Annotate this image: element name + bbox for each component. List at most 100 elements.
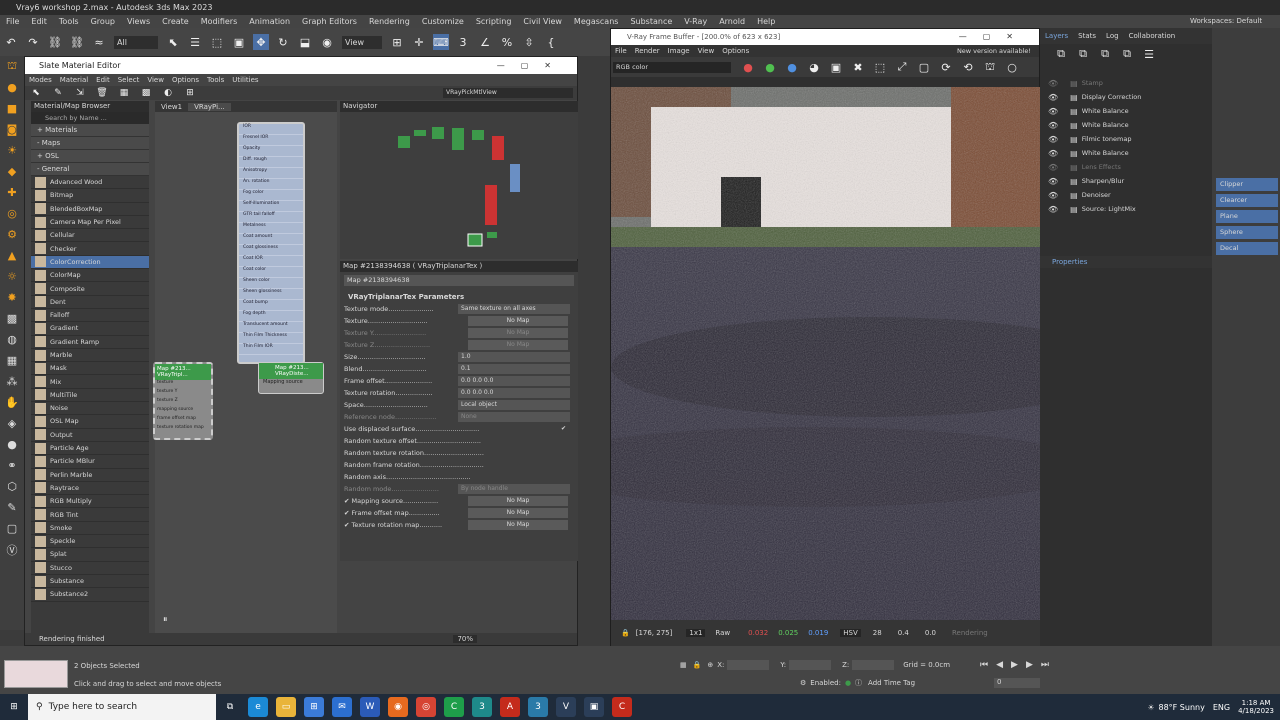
- browser-search-input[interactable]: Search by Name ...: [31, 112, 149, 124]
- taskbar-search-input[interactable]: ⚲ Type here to search: [28, 694, 216, 720]
- reference-coord-dropdown[interactable]: View: [342, 35, 382, 49]
- map-list-item[interactable]: Raytrace: [31, 482, 149, 496]
- layers-tab-log[interactable]: Log: [1106, 28, 1119, 44]
- map-list-item[interactable]: Particle MBlur: [31, 455, 149, 469]
- navigator-minimap[interactable]: [340, 112, 578, 258]
- map-list-item[interactable]: Output: [31, 429, 149, 442]
- node-slot[interactable]: Coat amount: [239, 234, 303, 245]
- map-list-item[interactable]: OSL Map: [31, 415, 149, 429]
- zoom-dropdown[interactable]: 70%: [453, 635, 477, 643]
- eye-icon[interactable]: 👁: [1048, 135, 1058, 144]
- node-slot[interactable]: GTR tail falloff: [239, 212, 303, 223]
- angle-snap-icon[interactable]: ∠: [477, 34, 493, 50]
- node-slot[interactable]: texture rotation map: [155, 425, 211, 434]
- acrobat-icon[interactable]: A: [500, 697, 520, 717]
- show-map-icon[interactable]: ◐: [160, 85, 176, 101]
- menu-help[interactable]: Help: [757, 15, 775, 28]
- z-field[interactable]: [852, 660, 895, 670]
- region-select-icon[interactable]: ⬚: [209, 34, 225, 50]
- map-list-item[interactable]: Checker: [31, 242, 149, 256]
- track-mouse-icon[interactable]: ⤢: [894, 59, 910, 75]
- menu-rendering[interactable]: Rendering: [369, 15, 410, 28]
- node-slot[interactable]: Coat color: [239, 267, 303, 278]
- menu-v-ray[interactable]: V-Ray: [684, 15, 707, 28]
- eye-icon[interactable]: 👁: [1048, 205, 1058, 214]
- map-list-item[interactable]: RGB Tint: [31, 508, 149, 522]
- node-slot[interactable]: frame offset map: [155, 416, 211, 425]
- eye-icon[interactable]: 👁: [1048, 191, 1058, 200]
- map-list-item[interactable]: Bitmap: [31, 189, 149, 203]
- node-slot[interactable]: Diff. rough: [239, 157, 303, 168]
- node-slot[interactable]: Coat IOR: [239, 256, 303, 267]
- save-icon[interactable]: ▣: [828, 59, 844, 75]
- menu-file[interactable]: File: [6, 15, 19, 28]
- go-to-start-icon[interactable]: ⏮: [980, 660, 988, 670]
- unlink-icon[interactable]: ⛓: [69, 34, 85, 50]
- lock-selection-icon[interactable]: 🔒: [693, 661, 702, 669]
- red-channel-icon[interactable]: ●: [740, 59, 756, 75]
- spinner-snap-icon[interactable]: ⇳: [521, 34, 537, 50]
- move-icon[interactable]: ✥: [253, 34, 269, 50]
- zoom-ratio[interactable]: 1x1: [686, 629, 706, 637]
- placement-icon[interactable]: ◉: [319, 34, 335, 50]
- render-icon[interactable]: ⟲: [960, 59, 976, 75]
- map-list-item[interactable]: Dent: [31, 296, 149, 309]
- isolate-icon[interactable]: ▦: [680, 661, 687, 669]
- cone-icon[interactable]: ▲: [0, 245, 24, 266]
- eye-icon[interactable]: 👁: [1048, 79, 1058, 88]
- taskbar-clock[interactable]: 1:18 AM 4/18/2023: [1238, 699, 1274, 715]
- layer-item[interactable]: 👁 ▤ White Balance: [1040, 118, 1212, 132]
- gear-icon[interactable]: ⚙: [0, 224, 24, 245]
- pick-icon[interactable]: ⬉: [28, 85, 44, 101]
- bind-icon[interactable]: ≈: [91, 34, 107, 50]
- param-value[interactable]: 0.0 0.0 0.0: [458, 388, 570, 398]
- map-list-item[interactable]: Noise: [31, 402, 149, 416]
- param-value[interactable]: 1.0: [458, 352, 570, 362]
- layout-icon[interactable]: ▦: [116, 85, 132, 101]
- chrome-icon[interactable]: ◎: [416, 697, 436, 717]
- snap-icon[interactable]: 3: [455, 34, 471, 50]
- pause-icon[interactable]: ⏸: [163, 615, 175, 625]
- menu-modifiers[interactable]: Modifiers: [201, 15, 238, 28]
- named-selection-icon[interactable]: {: [543, 34, 559, 50]
- mesh-icon[interactable]: ⬡: [0, 476, 24, 497]
- rollout-title[interactable]: VRayTriplanarTex Parameters: [340, 289, 578, 303]
- vfb-menu-file[interactable]: File: [615, 45, 627, 57]
- eye-icon[interactable]: 👁: [1048, 163, 1058, 172]
- map-list-item[interactable]: Substance2: [31, 588, 149, 602]
- vfb-menu-view[interactable]: View: [698, 45, 715, 57]
- save-layers-icon[interactable]: ⧉: [1097, 46, 1113, 62]
- shapes-icon[interactable]: ◆: [0, 161, 24, 182]
- command-item[interactable]: Decal: [1216, 242, 1278, 255]
- node-slot[interactable]: texture: [155, 380, 211, 389]
- command-item[interactable]: Clipper: [1216, 178, 1278, 191]
- node-slot[interactable]: Sheen color: [239, 278, 303, 289]
- camtasia-icon[interactable]: C: [444, 697, 464, 717]
- store-icon[interactable]: ⊞: [304, 697, 324, 717]
- raw-label[interactable]: Raw: [715, 629, 730, 637]
- map-list-item[interactable]: Perlin Marble: [31, 469, 149, 482]
- param-value[interactable]: Local object: [458, 400, 570, 410]
- node-slot[interactable]: Fog depth: [239, 311, 303, 322]
- vfb-menu-options[interactable]: Options: [722, 45, 749, 57]
- background-icon[interactable]: ▩: [138, 85, 154, 101]
- param-value[interactable]: ✔: [558, 424, 568, 434]
- task-view-icon[interactable]: ⧉: [220, 697, 240, 717]
- torus-icon[interactable]: ◎: [0, 203, 24, 224]
- map-list-item[interactable]: Mix: [31, 375, 149, 389]
- map-list-item[interactable]: Camera Map Per Pixel: [31, 216, 149, 230]
- menu-megascans[interactable]: Megascans: [574, 15, 619, 28]
- browser-section[interactable]: - Maps: [31, 137, 149, 150]
- map-list-item[interactable]: MultiTile: [31, 389, 149, 403]
- y-field[interactable]: [789, 660, 832, 670]
- rotate-icon[interactable]: ↻: [275, 34, 291, 50]
- recorder-icon[interactable]: C: [612, 697, 632, 717]
- selection-filter-dropdown[interactable]: All: [114, 35, 158, 49]
- vfb-notice[interactable]: New version available!: [957, 45, 1031, 57]
- add-layer-icon[interactable]: ⧉: [1053, 46, 1069, 62]
- menu-scripting[interactable]: Scripting: [476, 15, 512, 28]
- node-slot[interactable]: Fresnel IOR: [239, 135, 303, 146]
- layer-item[interactable]: 👁 ▤ Display Correction: [1040, 90, 1212, 104]
- param-value[interactable]: No Map: [468, 316, 568, 326]
- material-icon[interactable]: ◈: [0, 413, 24, 434]
